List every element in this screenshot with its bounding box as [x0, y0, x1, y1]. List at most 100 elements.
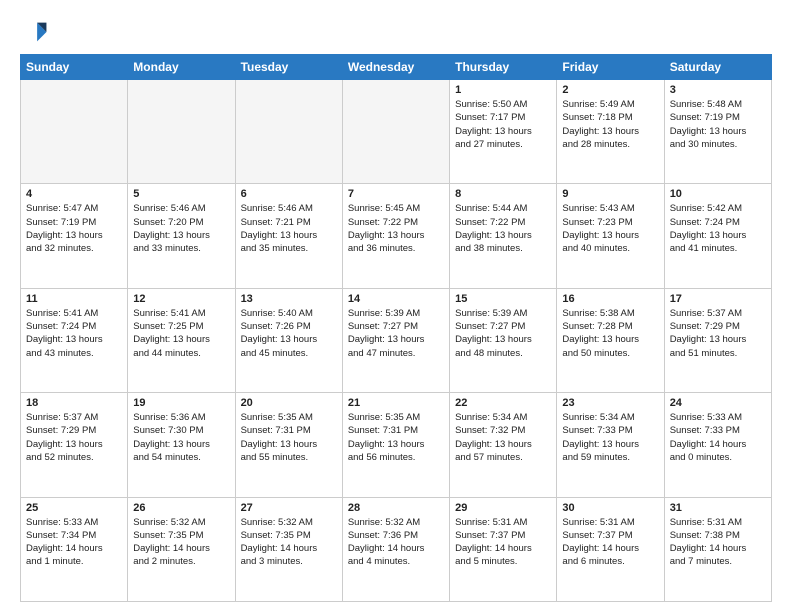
weekday-wednesday: Wednesday — [342, 55, 449, 80]
day-info: Sunrise: 5:37 AMSunset: 7:29 PMDaylight:… — [670, 307, 766, 360]
day-info: Sunrise: 5:31 AMSunset: 7:37 PMDaylight:… — [455, 516, 551, 569]
day-number: 13 — [241, 293, 337, 305]
day-info: Sunrise: 5:41 AMSunset: 7:24 PMDaylight:… — [26, 307, 122, 360]
day-info: Sunrise: 5:34 AMSunset: 7:33 PMDaylight:… — [562, 411, 658, 464]
day-number: 2 — [562, 84, 658, 96]
logo-icon — [20, 18, 48, 46]
day-number: 16 — [562, 293, 658, 305]
day-info: Sunrise: 5:47 AMSunset: 7:19 PMDaylight:… — [26, 202, 122, 255]
day-cell: 16 Sunrise: 5:38 AMSunset: 7:28 PMDayligh… — [557, 288, 664, 392]
day-cell: 22 Sunrise: 5:34 AMSunset: 7:32 PMDayligh… — [450, 393, 557, 497]
day-info: Sunrise: 5:35 AMSunset: 7:31 PMDaylight:… — [348, 411, 444, 464]
day-cell: 28 Sunrise: 5:32 AMSunset: 7:36 PMDayligh… — [342, 497, 449, 601]
day-info: Sunrise: 5:32 AMSunset: 7:35 PMDaylight:… — [133, 516, 229, 569]
week-row-4: 18 Sunrise: 5:37 AMSunset: 7:29 PMDayligh… — [21, 393, 772, 497]
day-info: Sunrise: 5:32 AMSunset: 7:36 PMDaylight:… — [348, 516, 444, 569]
day-number: 28 — [348, 502, 444, 514]
day-info: Sunrise: 5:32 AMSunset: 7:35 PMDaylight:… — [241, 516, 337, 569]
day-cell: 23 Sunrise: 5:34 AMSunset: 7:33 PMDayligh… — [557, 393, 664, 497]
day-cell: 19 Sunrise: 5:36 AMSunset: 7:30 PMDayligh… — [128, 393, 235, 497]
day-number: 14 — [348, 293, 444, 305]
weekday-saturday: Saturday — [664, 55, 771, 80]
day-cell: 3Sunrise: 5:48 AMSunset: 7:19 PMDaylight… — [664, 80, 771, 184]
day-cell: 13 Sunrise: 5:40 AMSunset: 7:26 PMDayligh… — [235, 288, 342, 392]
day-info: Sunrise: 5:36 AMSunset: 7:30 PMDaylight:… — [133, 411, 229, 464]
day-cell: 20 Sunrise: 5:35 AMSunset: 7:31 PMDayligh… — [235, 393, 342, 497]
day-info: Sunrise: 5:45 AMSunset: 7:22 PMDaylight:… — [348, 202, 444, 255]
day-cell: 21 Sunrise: 5:35 AMSunset: 7:31 PMDayligh… — [342, 393, 449, 497]
day-number: 8 — [455, 188, 551, 200]
day-cell: 14 Sunrise: 5:39 AMSunset: 7:27 PMDayligh… — [342, 288, 449, 392]
day-number: 7 — [348, 188, 444, 200]
day-number: 20 — [241, 397, 337, 409]
day-cell: 7 Sunrise: 5:45 AMSunset: 7:22 PMDaylight… — [342, 184, 449, 288]
day-info: Sunrise: 5:33 AMSunset: 7:33 PMDaylight:… — [670, 411, 766, 464]
day-number: 26 — [133, 502, 229, 514]
week-row-5: 25 Sunrise: 5:33 AMSunset: 7:34 PMDayligh… — [21, 497, 772, 601]
day-cell: 31 Sunrise: 5:31 AMSunset: 7:38 PMDayligh… — [664, 497, 771, 601]
day-cell: 2 Sunrise: 5:49 AMSunset: 7:18 PMDaylight… — [557, 80, 664, 184]
header — [20, 18, 772, 46]
day-cell — [235, 80, 342, 184]
day-number: 9 — [562, 188, 658, 200]
weekday-sunday: Sunday — [21, 55, 128, 80]
day-cell: 10 Sunrise: 5:42 AMSunset: 7:24 PMDayligh… — [664, 184, 771, 288]
day-info: Sunrise: 5:42 AMSunset: 7:24 PMDaylight:… — [670, 202, 766, 255]
day-info: Sunrise: 5:38 AMSunset: 7:28 PMDaylight:… — [562, 307, 658, 360]
day-number: 3 — [670, 84, 766, 96]
day-number: 22 — [455, 397, 551, 409]
day-cell: 30 Sunrise: 5:31 AMSunset: 7:37 PMDayligh… — [557, 497, 664, 601]
day-cell: 12Sunrise: 5:41 AMSunset: 7:25 PMDayligh… — [128, 288, 235, 392]
weekday-thursday: Thursday — [450, 55, 557, 80]
day-info: Sunrise: 5:46 AMSunset: 7:20 PMDaylight:… — [133, 202, 229, 255]
day-number: 30 — [562, 502, 658, 514]
day-cell: 26 Sunrise: 5:32 AMSunset: 7:35 PMDayligh… — [128, 497, 235, 601]
calendar-body: 1Sunrise: 5:50 AMSunset: 7:17 PMDaylight… — [21, 80, 772, 602]
day-number: 10 — [670, 188, 766, 200]
day-number: 5 — [133, 188, 229, 200]
day-number: 15 — [455, 293, 551, 305]
day-cell — [342, 80, 449, 184]
page: SundayMondayTuesdayWednesdayThursdayFrid… — [0, 0, 792, 612]
weekday-header-row: SundayMondayTuesdayWednesdayThursdayFrid… — [21, 55, 772, 80]
day-cell — [128, 80, 235, 184]
day-cell: 5 Sunrise: 5:46 AMSunset: 7:20 PMDaylight… — [128, 184, 235, 288]
day-cell: 29 Sunrise: 5:31 AMSunset: 7:37 PMDayligh… — [450, 497, 557, 601]
day-cell: 25 Sunrise: 5:33 AMSunset: 7:34 PMDayligh… — [21, 497, 128, 601]
day-info: Sunrise: 5:39 AMSunset: 7:27 PMDaylight:… — [348, 307, 444, 360]
weekday-friday: Friday — [557, 55, 664, 80]
day-number: 12 — [133, 293, 229, 305]
day-number: 23 — [562, 397, 658, 409]
day-number: 31 — [670, 502, 766, 514]
day-info: Sunrise: 5:33 AMSunset: 7:34 PMDaylight:… — [26, 516, 122, 569]
day-cell: 18 Sunrise: 5:37 AMSunset: 7:29 PMDayligh… — [21, 393, 128, 497]
day-number: 19 — [133, 397, 229, 409]
day-cell: 17Sunrise: 5:37 AMSunset: 7:29 PMDayligh… — [664, 288, 771, 392]
day-cell: 6Sunrise: 5:46 AMSunset: 7:21 PMDaylight… — [235, 184, 342, 288]
day-cell: 11 Sunrise: 5:41 AMSunset: 7:24 PMDayligh… — [21, 288, 128, 392]
day-number: 4 — [26, 188, 122, 200]
day-cell: 4 Sunrise: 5:47 AMSunset: 7:19 PMDaylight… — [21, 184, 128, 288]
day-info: Sunrise: 5:31 AMSunset: 7:37 PMDaylight:… — [562, 516, 658, 569]
week-row-2: 4 Sunrise: 5:47 AMSunset: 7:19 PMDaylight… — [21, 184, 772, 288]
day-info: Sunrise: 5:31 AMSunset: 7:38 PMDaylight:… — [670, 516, 766, 569]
day-info: Sunrise: 5:35 AMSunset: 7:31 PMDaylight:… — [241, 411, 337, 464]
logo — [20, 18, 52, 46]
day-cell: 27Sunrise: 5:32 AMSunset: 7:35 PMDayligh… — [235, 497, 342, 601]
day-number: 25 — [26, 502, 122, 514]
day-number: 21 — [348, 397, 444, 409]
day-number: 6 — [241, 188, 337, 200]
day-info: Sunrise: 5:40 AMSunset: 7:26 PMDaylight:… — [241, 307, 337, 360]
day-cell: 8 Sunrise: 5:44 AMSunset: 7:22 PMDaylight… — [450, 184, 557, 288]
day-cell: 24 Sunrise: 5:33 AMSunset: 7:33 PMDayligh… — [664, 393, 771, 497]
day-info: Sunrise: 5:34 AMSunset: 7:32 PMDaylight:… — [455, 411, 551, 464]
day-info: Sunrise: 5:44 AMSunset: 7:22 PMDaylight:… — [455, 202, 551, 255]
day-number: 1 — [455, 84, 551, 96]
day-number: 29 — [455, 502, 551, 514]
day-number: 24 — [670, 397, 766, 409]
day-info: Sunrise: 5:37 AMSunset: 7:29 PMDaylight:… — [26, 411, 122, 464]
day-info: Sunrise: 5:49 AMSunset: 7:18 PMDaylight:… — [562, 98, 658, 151]
day-number: 18 — [26, 397, 122, 409]
day-info: Sunrise: 5:43 AMSunset: 7:23 PMDaylight:… — [562, 202, 658, 255]
day-number: 11 — [26, 293, 122, 305]
